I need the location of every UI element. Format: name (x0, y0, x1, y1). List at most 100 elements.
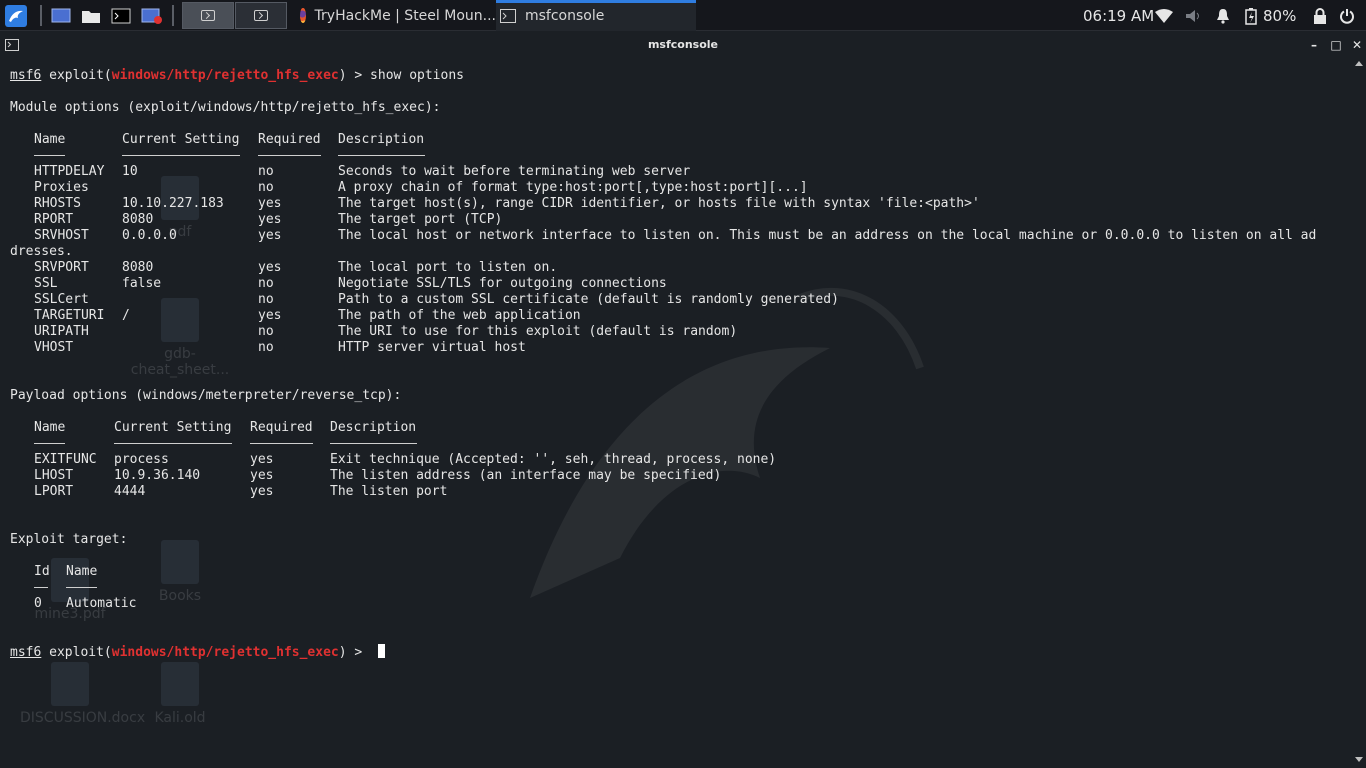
power-icon (1340, 8, 1354, 24)
firefox-icon (300, 8, 306, 23)
option-description: The local host or network interface to l… (338, 228, 1317, 243)
battery-charging-icon (1245, 7, 1257, 25)
lock-screen-button[interactable] (1313, 0, 1327, 31)
option-required: yes (258, 196, 282, 211)
option-description: The listen address (an interface may be … (330, 468, 722, 483)
clock-time: 06:19 AM (1083, 6, 1155, 25)
option-description: The target port (TCP) (338, 212, 503, 227)
kali-menu-button[interactable] (3, 4, 29, 27)
minimize-button[interactable]: – (1306, 36, 1322, 54)
option-description: The URI to use for this exploit (default… (338, 324, 738, 339)
option-name: Proxies (34, 180, 89, 195)
option-name: RPORT (34, 212, 74, 227)
file-manager-launcher[interactable] (80, 4, 102, 27)
header-underline (34, 587, 48, 588)
option-setting: 4444 (114, 484, 146, 499)
workspace-2[interactable] (235, 2, 287, 29)
header-underline (338, 155, 425, 156)
prompt-prefix: exploit( (41, 645, 112, 660)
header-underline (114, 443, 232, 444)
option-name: SSL (34, 276, 58, 291)
option-name: SRVPORT (34, 260, 89, 275)
command-prompt-line: msf6 exploit(windows/http/rejetto_hfs_ex… (10, 68, 464, 84)
payload-header-name: Name (34, 420, 66, 435)
show-desktop-launcher[interactable] (50, 4, 72, 27)
taskbar-item-firefox[interactable]: TryHackMe | Steel Moun... (296, 0, 496, 31)
terminal-scrollbar[interactable] (1353, 58, 1366, 768)
module-header-setting: Current Setting (122, 132, 240, 147)
option-required: yes (258, 308, 282, 323)
option-setting: false (122, 276, 162, 291)
option-setting: process (114, 452, 169, 467)
folder-icon (82, 10, 100, 23)
network-indicator[interactable] (1155, 0, 1173, 31)
volume-indicator[interactable] (1185, 0, 1203, 31)
option-description: A proxy chain of format type:host:port[,… (338, 180, 808, 195)
header-underline (122, 155, 240, 156)
desktop-icon (51, 8, 71, 22)
option-setting: 10.9.36.140 (114, 468, 201, 483)
option-description: The path of the web application (338, 308, 581, 323)
terminal-launcher[interactable] (110, 4, 132, 27)
wifi-icon (1155, 8, 1173, 23)
option-name: SRVHOST (34, 228, 89, 243)
terminal-output[interactable]: msf6 exploit(windows/http/rejetto_hfs_ex… (0, 58, 1352, 768)
battery-indicator[interactable]: 80% (1243, 0, 1296, 31)
screen-recorder-launcher[interactable] (140, 4, 164, 27)
module-header-name: Name (34, 132, 66, 147)
payload-header-description: Description (330, 420, 417, 435)
scroll-up-icon[interactable] (1355, 61, 1363, 66)
power-button[interactable] (1339, 0, 1355, 31)
clock[interactable]: 06:19 AM (1083, 0, 1154, 31)
maximize-button[interactable]: □ (1328, 36, 1344, 54)
option-required: yes (258, 212, 282, 227)
target-header-name: Name (66, 564, 98, 579)
option-name: URIPATH (34, 324, 89, 339)
active-task-indicator (496, 0, 696, 3)
maximize-icon: □ (1330, 38, 1342, 52)
header-underline (34, 443, 65, 444)
option-name: VHOST (34, 340, 74, 355)
module-header-required: Required (258, 132, 321, 147)
option-description: Seconds to wait before terminating web s… (338, 164, 691, 179)
option-setting: 0.0.0.0 (122, 228, 177, 243)
prompt-user: msf6 (10, 68, 42, 83)
minimize-icon: – (1311, 38, 1317, 52)
terminal-icon (111, 8, 131, 23)
close-icon: ✕ (1351, 38, 1363, 52)
option-description: HTTP server virtual host (338, 340, 526, 355)
target-name: Automatic (66, 596, 137, 611)
workspace-terminal-icon (201, 10, 215, 21)
top-panel: TryHackMe | Steel Moun... msfconsole 06:… (0, 0, 1366, 31)
option-description: The target host(s), range CIDR identifie… (338, 196, 980, 211)
header-underline (258, 155, 321, 156)
taskbar-item-msfconsole[interactable]: msfconsole (496, 0, 696, 31)
notifications-indicator[interactable] (1215, 0, 1231, 31)
wrapped-text: dresses. (10, 244, 73, 259)
module-options-heading: Module options (exploit/windows/http/rej… (10, 100, 441, 115)
battery-percent: 80% (1263, 6, 1297, 25)
option-required: no (258, 292, 274, 307)
prompt-module: windows/http/rejetto_hfs_exec (111, 645, 339, 660)
option-required: yes (250, 452, 274, 467)
prompt-user: msf6 (10, 645, 42, 660)
header-underline (34, 155, 65, 156)
scroll-down-icon[interactable] (1355, 757, 1363, 762)
option-setting: 10.10.227.183 (122, 196, 224, 211)
window-titlebar[interactable]: msfconsole – □ ✕ (0, 36, 1366, 54)
option-setting: 8080 (122, 212, 154, 227)
window-title: msfconsole (647, 38, 719, 51)
prompt-command: ) > show options (338, 68, 464, 83)
close-button[interactable]: ✕ (1349, 36, 1365, 54)
bell-icon (1217, 8, 1229, 24)
option-name: TARGETURI (34, 308, 105, 323)
terminal-icon (500, 8, 516, 23)
speaker-muted-icon (1186, 9, 1199, 22)
module-header-description: Description (338, 132, 425, 147)
workspace-1[interactable] (182, 2, 234, 29)
option-description: Negotiate SSL/TLS for outgoing connectio… (338, 276, 667, 291)
panel-separator (172, 5, 174, 26)
header-underline (330, 443, 417, 444)
option-description: Exit technique (Accepted: '', seh, threa… (330, 452, 777, 467)
command-input-line[interactable]: msf6 exploit(windows/http/rejetto_hfs_ex… (10, 644, 386, 661)
